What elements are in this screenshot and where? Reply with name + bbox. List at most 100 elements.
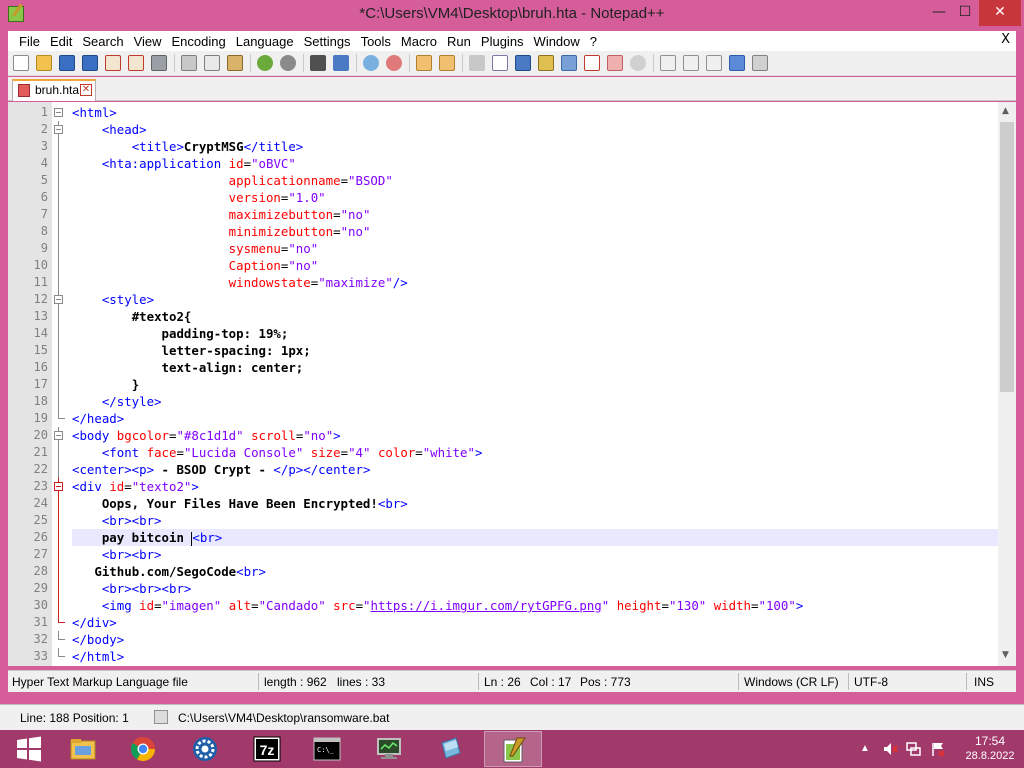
record-macro-icon[interactable] (660, 55, 676, 71)
tab-bruh-hta[interactable]: bruh.hta ✕ (12, 79, 96, 101)
speaker-muted-icon[interactable] (882, 741, 898, 757)
code-line[interactable]: 33 </html> (34, 648, 998, 665)
code-line[interactable]: 18 </style> (34, 393, 998, 410)
code-line[interactable]: 14 padding-top: 19%; (34, 325, 998, 342)
open-file-icon[interactable] (36, 55, 52, 71)
code-line[interactable]: 22 <center><p> - BSOD Crypt - </p></cente… (34, 461, 998, 478)
code-area[interactable]: 1 <html> 2 <head> 3 <title>CryptMSG</titl… (34, 104, 998, 665)
code-line[interactable]: 28 Github.com/SegoCode<br> (34, 563, 998, 580)
code-line[interactable]: 13 #texto2{ (34, 308, 998, 325)
run-macro-multiple-icon[interactable] (729, 55, 745, 71)
redo-icon[interactable] (280, 55, 296, 71)
code-line[interactable]: 12 <style> (34, 291, 998, 308)
sync-horizontal-icon[interactable] (439, 55, 455, 71)
code-line[interactable]: 31 </div> (34, 614, 998, 631)
code-line[interactable]: 8 minimizebutton="no" (41, 223, 998, 240)
show-all-characters-icon[interactable] (492, 55, 508, 71)
network-icon[interactable] (906, 741, 922, 757)
code-line[interactable]: 27 <br><br> (34, 546, 998, 563)
code-line-current[interactable]: 26 pay bitcoin <br> (34, 529, 998, 546)
show-hidden-icons-chevron-icon[interactable]: ▲ (860, 743, 870, 754)
close-all-icon[interactable] (128, 55, 144, 71)
code-line[interactable]: 23 <div id="texto2"> (34, 478, 998, 495)
taskbar-notepadpp-active[interactable] (484, 731, 542, 767)
menu-search[interactable]: Search (77, 34, 128, 49)
word-wrap-icon[interactable] (469, 55, 485, 71)
code-line[interactable]: 4 <hta:application id="oBVC" (41, 155, 998, 172)
new-file-icon[interactable] (13, 55, 29, 71)
clock-time[interactable]: 17:54 (962, 734, 1018, 748)
scrollbar-thumb[interactable] (1000, 122, 1014, 392)
code-line[interactable]: 5 applicationname="BSOD" (41, 172, 998, 189)
taskbar-file-explorer[interactable] (54, 731, 112, 767)
scroll-up-icon[interactable]: ▲ (1002, 106, 1009, 116)
cut-icon[interactable] (181, 55, 197, 71)
code-line[interactable]: 32 </body> (34, 631, 998, 648)
close-button[interactable]: ✕ (979, 0, 1021, 26)
menu-help[interactable]: ? (585, 34, 602, 49)
function-list-icon[interactable] (584, 55, 600, 71)
sync-vertical-icon[interactable] (416, 55, 432, 71)
status-insert-mode[interactable]: INS (974, 675, 994, 689)
menu-tools[interactable]: Tools (356, 34, 396, 49)
code-line[interactable]: 17 } (34, 376, 998, 393)
menu-settings[interactable]: Settings (299, 34, 356, 49)
fold-toggle-icon[interactable] (54, 431, 63, 440)
code-line[interactable]: 6 version="1.0" (41, 189, 998, 206)
code-line[interactable]: 20 <body bgcolor="#8c1d1d" scroll="no"> (34, 427, 998, 444)
menu-plugins[interactable]: Plugins (476, 34, 529, 49)
folder-as-workspace-icon[interactable] (607, 55, 623, 71)
start-button[interactable] (0, 731, 58, 767)
status-eol[interactable]: Windows (CR LF) (744, 675, 839, 689)
zoom-in-icon[interactable] (363, 55, 379, 71)
stop-macro-icon[interactable] (683, 55, 699, 71)
maximize-button[interactable]: ☐ (950, 0, 980, 26)
fold-toggle-icon[interactable] (54, 295, 63, 304)
code-line[interactable]: 19 </head> (34, 410, 998, 427)
print-icon[interactable] (151, 55, 167, 71)
vertical-scrollbar[interactable]: ▲ ▼ (998, 102, 1016, 666)
status-encoding[interactable]: UTF-8 (854, 675, 888, 689)
code-line[interactable]: 7 maximizebutton="no" (41, 206, 998, 223)
taskbar-7zip[interactable]: 7z (238, 731, 296, 767)
document-map-icon[interactable] (561, 55, 577, 71)
play-macro-icon[interactable] (706, 55, 722, 71)
code-line[interactable]: 24 Oops, Your Files Have Been Encrypted!… (34, 495, 998, 512)
code-line[interactable]: 21 <font face="Lucida Console" size="4" … (34, 444, 998, 461)
find-icon[interactable] (310, 55, 326, 71)
taskbar-command-prompt[interactable]: C:\_ (298, 731, 356, 767)
taskbar-notepad[interactable] (422, 731, 480, 767)
user-defined-language-icon[interactable] (538, 55, 554, 71)
save-icon[interactable] (59, 55, 75, 71)
taskbar-monitor-app[interactable] (360, 731, 418, 767)
code-line[interactable]: 30 <img id="imagen" alt="Candado" src="h… (34, 597, 998, 614)
code-editor[interactable]: 1 <html> 2 <head> 3 <title>CryptMSG</titl… (8, 102, 1016, 666)
save-all-icon[interactable] (82, 55, 98, 71)
undo-icon[interactable] (257, 55, 273, 71)
code-line[interactable]: 11 windowstate="maximize"/> (34, 274, 998, 291)
fold-toggle-icon[interactable] (54, 108, 63, 117)
taskbar-settings[interactable] (176, 731, 234, 767)
notepadpp-app-icon[interactable] (8, 6, 24, 22)
replace-icon[interactable] (333, 55, 349, 71)
code-line[interactable]: 9 sysmenu="no" (41, 240, 998, 257)
menu-language[interactable]: Language (231, 34, 299, 49)
code-line[interactable]: 3 <title>CryptMSG</title> (41, 138, 998, 155)
paste-icon[interactable] (227, 55, 243, 71)
code-line[interactable]: 15 letter-spacing: 1px; (34, 342, 998, 359)
menu-macro[interactable]: Macro (396, 34, 442, 49)
menu-encoding[interactable]: Encoding (167, 34, 231, 49)
code-line[interactable]: 16 text-align: center; (34, 359, 998, 376)
close-document-button[interactable]: X (1001, 32, 1010, 47)
menu-edit[interactable]: Edit (45, 34, 77, 49)
code-line[interactable]: 25 <br><br> (34, 512, 998, 529)
scroll-down-icon[interactable]: ▼ (1002, 650, 1009, 660)
clock-date[interactable]: 28.8.2022 (962, 750, 1018, 762)
fold-toggle-icon[interactable] (54, 482, 63, 491)
copy-icon[interactable] (204, 55, 220, 71)
close-tab-icon[interactable]: ✕ (80, 84, 92, 96)
action-center-flag-icon[interactable] (930, 741, 946, 757)
menu-view[interactable]: View (129, 34, 167, 49)
fold-toggle-icon[interactable] (54, 125, 63, 134)
code-line[interactable]: 29 <br><br><br> (34, 580, 998, 597)
